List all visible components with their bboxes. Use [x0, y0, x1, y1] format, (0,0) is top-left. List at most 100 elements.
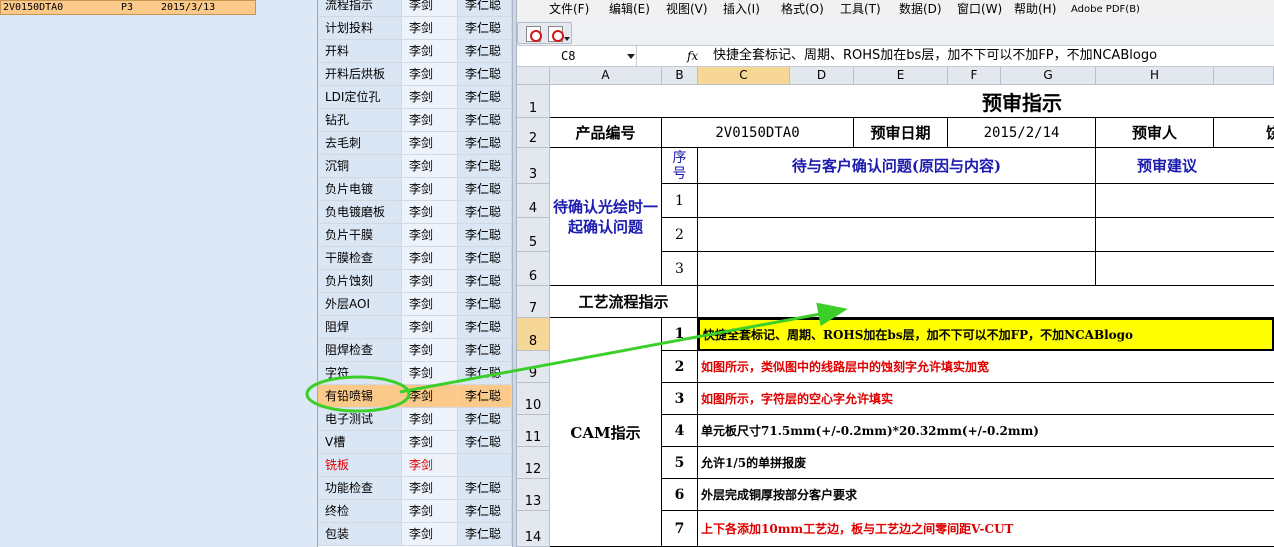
review-date-value[interactable]: 2015/2/14 [948, 118, 1096, 148]
column-header[interactable]: D [790, 67, 854, 85]
cam-item-text[interactable]: 上下各添加10mm工艺边，板与工艺边之间零间距V-CUT [698, 511, 1274, 547]
cam-item-no[interactable]: 7 [662, 511, 698, 547]
cam-item-no[interactable]: 3 [662, 383, 698, 415]
process-row[interactable]: 包装 李剑 李仁聪 [318, 523, 512, 546]
row-header[interactable]: 7 [517, 286, 550, 318]
menu-item[interactable]: 帮助(H) [1014, 0, 1056, 20]
row-header[interactable]: 6 [517, 252, 550, 286]
order-row[interactable]: 2V0150DTA0 P3 2015/3/13 [0, 0, 256, 15]
pending-no-2[interactable]: 2 [662, 218, 698, 252]
row-header[interactable]: 11 [517, 415, 550, 447]
reviewer-value[interactable]: 饶 [1214, 118, 1274, 148]
pdf-convert-icon[interactable] [526, 26, 542, 42]
column-header[interactable]: H [1096, 67, 1214, 85]
process-row[interactable]: 有铅喷锡 李剑 李仁聪 [318, 385, 512, 408]
column-header[interactable]: G [1001, 67, 1096, 85]
menu-item[interactable]: 文件(F) [549, 0, 589, 20]
pending-suggestion-1[interactable] [1096, 184, 1274, 218]
cam-item-no[interactable]: 1 [662, 318, 698, 351]
row-header[interactable]: 4 [517, 184, 550, 218]
process-row[interactable]: V槽 李剑 李仁聪 [318, 431, 512, 454]
process-row[interactable]: 功能检查 李剑 李仁聪 [318, 477, 512, 500]
process-row[interactable]: 负电镀磨板 李剑 李仁聪 [318, 201, 512, 224]
menu-item[interactable]: 编辑(E) [609, 0, 650, 20]
process-row[interactable]: 计划投料 李剑 李仁聪 [318, 17, 512, 40]
process-row[interactable]: 开料 李剑 李仁聪 [318, 40, 512, 63]
row-header[interactable]: 5 [517, 218, 550, 252]
menu-item[interactable]: 数据(D) [899, 0, 942, 20]
cam-item-text[interactable]: 如图所示，字符层的空心字允许填实 [698, 383, 1274, 415]
cam-item-no[interactable]: 2 [662, 351, 698, 383]
row-header[interactable]: 2 [517, 118, 550, 148]
menu-item[interactable]: 视图(V) [666, 0, 708, 20]
process-row[interactable]: 字符 李剑 李仁聪 [318, 362, 512, 385]
column-header[interactable]: F [948, 67, 1001, 85]
toolbar-options-icon[interactable] [564, 37, 570, 41]
pending-no-3[interactable]: 3 [662, 252, 698, 286]
fx-icon[interactable]: fx [687, 46, 698, 66]
column-header[interactable]: E [854, 67, 948, 85]
process-row[interactable]: 电子测试 李剑 李仁聪 [318, 408, 512, 431]
pending-issue-1[interactable] [698, 184, 1096, 218]
column-header[interactable]: A [550, 67, 662, 85]
pending-issue-3[interactable] [698, 252, 1096, 286]
row-header[interactable]: 3 [517, 148, 550, 184]
process-instruction-label[interactable]: 工艺流程指示 [550, 286, 698, 318]
process-row[interactable]: 开料后烘板 李剑 李仁聪 [318, 63, 512, 86]
process-row[interactable]: 外层AOI 李剑 李仁聪 [318, 293, 512, 316]
cam-item-text[interactable]: 单元板尺寸71.5mm(+/-0.2mm)*20.32mm(+/-0.2mm) [698, 415, 1274, 447]
name-box[interactable]: C8 [517, 46, 637, 66]
select-all-corner[interactable] [517, 67, 550, 85]
seq-header[interactable]: 序号 [662, 148, 698, 184]
menu-item[interactable]: 窗口(W) [957, 0, 1002, 20]
menu-item[interactable]: 插入(I) [723, 0, 760, 20]
row-header[interactable]: 8 [517, 318, 550, 351]
process-row[interactable]: 负片蚀刻 李剑 李仁聪 [318, 270, 512, 293]
cam-item-no[interactable]: 4 [662, 415, 698, 447]
menu-item[interactable]: Adobe PDF(B) [1071, 0, 1140, 20]
process-row[interactable]: 阻焊 李剑 李仁聪 [318, 316, 512, 339]
row-header[interactable]: 12 [517, 447, 550, 479]
process-row[interactable]: 铣板 李剑 [318, 454, 512, 477]
process-row[interactable]: 沉铜 李剑 李仁聪 [318, 155, 512, 178]
cam-item-text[interactable]: 如图所示，类似图中的线路层中的蚀刻字允许填实加宽 [698, 351, 1274, 383]
process-row[interactable]: 阻焊检查 李剑 李仁聪 [318, 339, 512, 362]
process-row[interactable]: 终检 李剑 李仁聪 [318, 500, 512, 523]
pending-suggestion-3[interactable] [1096, 252, 1274, 286]
cam-item-text[interactable]: 允许1/5的单拼报废 [698, 447, 1274, 479]
product-no-label[interactable]: 产品编号 [550, 118, 662, 148]
process-row[interactable]: 负片电镀 李剑 李仁聪 [318, 178, 512, 201]
process-row[interactable]: 流程指示 李剑 李仁聪 [318, 0, 512, 17]
formula-input[interactable]: 快捷全套标记、周期、ROHS加在bs层，加不下可以不加FP，不加NCABlogo [713, 46, 1157, 66]
process-row[interactable]: 负片干膜 李剑 李仁聪 [318, 224, 512, 247]
cam-instruction-label[interactable]: CAM指示 [550, 318, 662, 547]
pending-suggestion-2[interactable] [1096, 218, 1274, 252]
cam-item-text[interactable]: 外层完成铜厚按部分客户要求 [698, 479, 1274, 511]
issue-header[interactable]: 待与客户确认问题(原因与内容) [698, 148, 1096, 184]
chevron-down-icon[interactable] [627, 54, 635, 59]
row-header[interactable]: 1 [517, 85, 550, 118]
cam-item-no[interactable]: 5 [662, 447, 698, 479]
sheet-title[interactable]: 预审指示 [550, 85, 1274, 118]
process-row[interactable]: 去毛刺 李剑 李仁聪 [318, 132, 512, 155]
process-row[interactable]: 钻孔 李剑 李仁聪 [318, 109, 512, 132]
column-header[interactable]: B [662, 67, 698, 85]
process-row[interactable]: LDI定位孔 李剑 李仁聪 [318, 86, 512, 109]
column-header[interactable]: C [698, 67, 790, 85]
pending-confirm-label[interactable]: 待确认光绘时一起确认问题 [550, 148, 662, 286]
process-instruction-value[interactable] [698, 286, 1274, 318]
pending-issue-2[interactable] [698, 218, 1096, 252]
row-header[interactable]: 9 [517, 351, 550, 383]
menu-item[interactable]: 工具(T) [840, 0, 881, 20]
process-row[interactable]: 干膜检查 李剑 李仁聪 [318, 247, 512, 270]
pdf-email-icon[interactable] [548, 26, 564, 42]
row-header[interactable]: 10 [517, 383, 550, 415]
cam-item-no[interactable]: 6 [662, 479, 698, 511]
menu-item[interactable]: 格式(O) [781, 0, 824, 20]
reviewer-label[interactable]: 预审人 [1096, 118, 1214, 148]
suggestion-header[interactable]: 预审建议 [1096, 148, 1274, 184]
row-header[interactable]: 13 [517, 479, 550, 511]
review-date-label[interactable]: 预审日期 [854, 118, 948, 148]
row-header[interactable]: 14 [517, 511, 550, 547]
pending-no-1[interactable]: 1 [662, 184, 698, 218]
